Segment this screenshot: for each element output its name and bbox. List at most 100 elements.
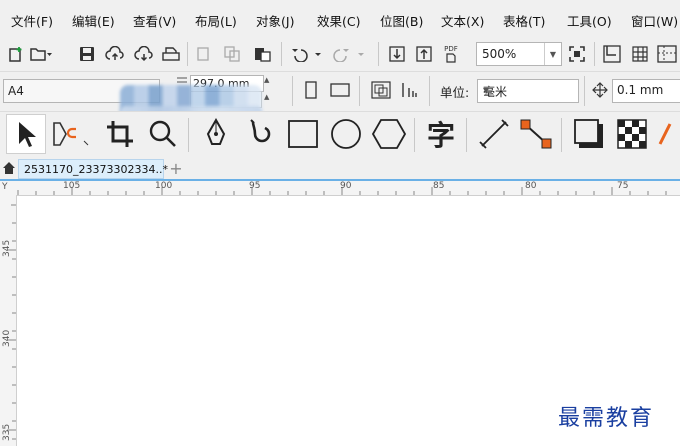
hook-curve-icon bbox=[250, 119, 271, 143]
zoom-value: 500% bbox=[482, 47, 517, 61]
cloud-upload-icon[interactable] bbox=[104, 42, 126, 66]
rectangle-tool[interactable] bbox=[283, 114, 323, 154]
vertical-ruler[interactable]: 345 340 335 bbox=[0, 195, 17, 446]
ruler-label: 105 bbox=[63, 181, 81, 191]
ruler-label: 340 bbox=[2, 329, 12, 347]
cut-icon[interactable] bbox=[193, 42, 215, 66]
text-tool[interactable]: 字 bbox=[421, 114, 461, 154]
home-icon[interactable] bbox=[2, 161, 16, 177]
units-label: 单位: bbox=[440, 85, 470, 100]
toolbar-separator bbox=[281, 42, 282, 66]
dimension-tool[interactable] bbox=[474, 114, 514, 154]
ruler-corner-label: Y bbox=[2, 182, 8, 192]
cloud-download-icon[interactable] bbox=[133, 42, 155, 66]
chevron-down-icon[interactable]: ▼ bbox=[544, 43, 561, 65]
menu-view[interactable]: 查看(V) bbox=[133, 11, 176, 30]
drop-shadow-icon bbox=[574, 119, 603, 148]
toolbox-separator bbox=[561, 118, 562, 152]
shape-edit-icon bbox=[53, 122, 89, 146]
units-select[interactable]: 毫米 ▼ bbox=[477, 79, 579, 103]
menu-layout[interactable]: 布局(L) bbox=[195, 11, 237, 30]
publish-pdf-icon[interactable]: PDF bbox=[440, 42, 462, 66]
menu-window[interactable]: 窗口(W) bbox=[631, 11, 678, 30]
pen-tool[interactable] bbox=[196, 114, 236, 154]
show-rulers-icon[interactable] bbox=[601, 42, 623, 66]
checkerboard-icon bbox=[617, 119, 647, 149]
show-guidelines-icon[interactable] bbox=[656, 42, 678, 66]
all-pages-icon[interactable] bbox=[370, 80, 392, 100]
spinner-down-icon[interactable]: ▲ bbox=[264, 93, 269, 101]
save-icon[interactable] bbox=[76, 42, 98, 66]
export-icon[interactable] bbox=[413, 42, 435, 66]
eyedropper-icon bbox=[658, 123, 672, 145]
paste-icon[interactable] bbox=[252, 42, 274, 66]
menu-table[interactable]: 表格(T) bbox=[503, 11, 545, 30]
polygon-tool[interactable] bbox=[369, 114, 409, 154]
new-document-icon[interactable] bbox=[5, 42, 27, 66]
toolbox-separator bbox=[414, 118, 415, 152]
spinner-up-icon[interactable]: ▲ bbox=[264, 76, 269, 84]
ruler-label: 90 bbox=[340, 181, 352, 191]
transparency-tool[interactable] bbox=[612, 114, 652, 154]
ruler-ticks bbox=[7, 204, 16, 440]
show-grid-icon[interactable] bbox=[629, 42, 651, 66]
pdf-label: PDF bbox=[444, 44, 458, 53]
print-icon[interactable] bbox=[160, 42, 182, 66]
drop-shadow-tool[interactable] bbox=[569, 114, 609, 154]
connector-icon bbox=[520, 119, 552, 149]
ruler-label: 85 bbox=[433, 181, 445, 191]
menu-edit[interactable]: 编辑(E) bbox=[72, 11, 115, 30]
toolbar-separator bbox=[359, 76, 360, 106]
zoom-level-select[interactable]: 500% ▼ bbox=[476, 42, 562, 66]
toolbar-separator bbox=[429, 76, 430, 106]
toolbox-separator bbox=[466, 118, 467, 152]
rectangle-icon bbox=[288, 120, 318, 148]
undo-icon[interactable] bbox=[288, 42, 324, 66]
ruler-label: 80 bbox=[525, 181, 537, 191]
ruler-corner[interactable]: Y bbox=[2, 182, 14, 194]
pick-tool[interactable] bbox=[6, 114, 46, 154]
nudge-distance-input[interactable]: 0.1 mm bbox=[612, 79, 680, 103]
ruler-label: 95 bbox=[249, 181, 261, 191]
menu-text[interactable]: 文本(X) bbox=[441, 11, 484, 30]
toolbar-separator bbox=[594, 42, 595, 66]
magnifier-icon bbox=[149, 120, 176, 147]
toolbar-separator bbox=[584, 76, 585, 106]
new-tab-button[interactable]: + bbox=[166, 159, 186, 179]
horizontal-ruler[interactable]: 105 100 95 90 85 80 75 bbox=[0, 181, 680, 196]
chevron-down-icon[interactable]: ▼ bbox=[483, 86, 574, 95]
ruler-label: 345 bbox=[2, 239, 12, 257]
nudge-distance-icon bbox=[591, 80, 609, 100]
page-size-value: A4 bbox=[8, 84, 24, 98]
open-folder-icon[interactable] bbox=[30, 42, 52, 66]
landscape-icon[interactable] bbox=[329, 80, 351, 100]
toolbar-separator bbox=[292, 76, 293, 106]
current-page-icon[interactable] bbox=[399, 80, 421, 100]
import-icon[interactable] bbox=[386, 42, 408, 66]
watermark-text: 最需教育 bbox=[558, 406, 655, 431]
pen-nib-icon bbox=[206, 118, 226, 145]
connector-tool[interactable] bbox=[516, 114, 556, 154]
shape-tool[interactable] bbox=[48, 114, 92, 154]
zoom-tool[interactable] bbox=[143, 114, 183, 154]
nudge-value: 0.1 mm bbox=[617, 83, 664, 97]
crop-tool[interactable] bbox=[100, 114, 140, 154]
copy-icon[interactable] bbox=[222, 42, 244, 66]
menu-file[interactable]: 文件(F) bbox=[11, 11, 53, 30]
full-screen-icon[interactable] bbox=[566, 42, 588, 66]
document-tab[interactable]: 2531170_23373302334..* bbox=[18, 159, 168, 179]
toolbar-separator bbox=[378, 42, 379, 66]
portrait-icon[interactable] bbox=[302, 80, 320, 100]
crop-icon bbox=[107, 121, 133, 147]
artistic-media-tool[interactable] bbox=[240, 114, 280, 154]
menu-effects[interactable]: 效果(C) bbox=[317, 11, 360, 30]
ruler-label: 100 bbox=[155, 181, 173, 191]
menu-bitmaps[interactable]: 位图(B) bbox=[380, 11, 423, 30]
ellipse-tool[interactable] bbox=[326, 114, 366, 154]
menubar: 文件(F) 编辑(E) 查看(V) 布局(L) 对象(J) 效果(C) 位图(B… bbox=[0, 0, 680, 37]
hexagon-icon bbox=[372, 119, 406, 149]
redo-icon[interactable] bbox=[331, 42, 367, 66]
menu-object[interactable]: 对象(J) bbox=[256, 11, 294, 30]
eyedropper-tool[interactable] bbox=[656, 114, 680, 154]
menu-tools[interactable]: 工具(O) bbox=[567, 11, 612, 30]
